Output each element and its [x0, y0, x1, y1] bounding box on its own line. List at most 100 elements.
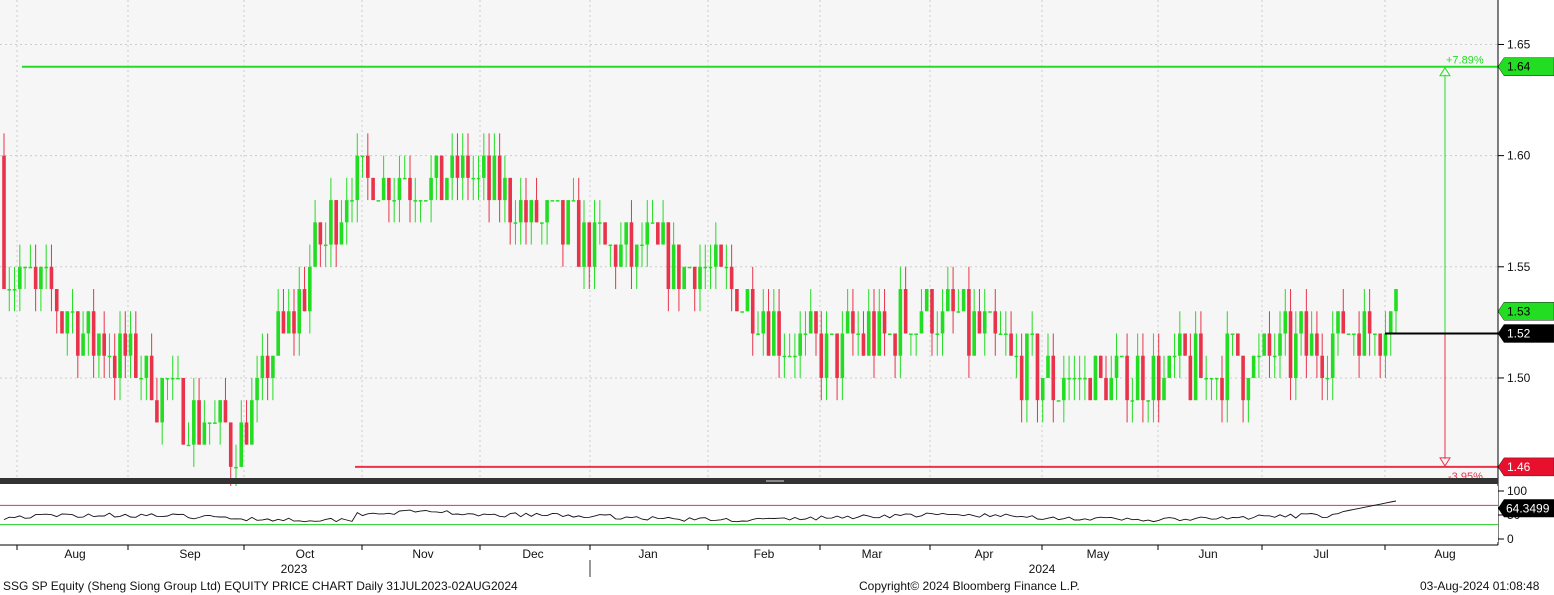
candle-body: [592, 222, 597, 267]
candle-body: [766, 311, 771, 356]
candle-body: [76, 311, 80, 356]
candle-body: [1172, 355, 1177, 358]
candle-body: [7, 289, 12, 291]
candle-body: [661, 222, 665, 245]
y-tick-label: 1.55: [1507, 260, 1531, 274]
pane-divider: [0, 478, 1498, 484]
candle-body: [666, 222, 671, 290]
candle-body: [107, 355, 112, 358]
candle-body: [402, 177, 407, 180]
candle-body: [777, 311, 781, 356]
candle-body: [919, 311, 924, 334]
candle-body: [835, 333, 839, 378]
candle-body: [576, 200, 581, 267]
candle-body: [228, 422, 233, 467]
candle-body: [323, 244, 328, 247]
candle-body: [1014, 355, 1019, 358]
candle-body: [1378, 333, 1382, 356]
candle-body: [28, 266, 33, 269]
candle-body: [951, 289, 955, 312]
candle-body: [503, 177, 507, 201]
candle-body: [234, 466, 238, 469]
candle-body: [492, 155, 497, 201]
x-month-label: Feb: [754, 547, 775, 561]
candle-body: [513, 222, 518, 224]
year-label-2024: 2024: [1029, 562, 1056, 576]
candle-body: [1062, 377, 1066, 401]
candle-body: [1388, 311, 1393, 334]
candle-body: [866, 311, 871, 356]
candle-body: [1067, 377, 1071, 380]
candle-body: [793, 355, 797, 358]
candle-body: [97, 333, 101, 356]
candle-body: [128, 333, 133, 356]
candle-body: [1093, 355, 1098, 401]
candle-body: [1114, 355, 1119, 378]
candle-body: [1199, 333, 1203, 378]
candle-body: [692, 266, 697, 290]
candle-body: [613, 244, 618, 267]
candle-body: [313, 222, 317, 267]
candle-body: [455, 155, 460, 178]
candle-body: [418, 200, 423, 202]
candle-body: [656, 222, 660, 245]
candle-body: [909, 333, 913, 335]
candle-body: [756, 333, 760, 335]
candle-body: [81, 333, 85, 356]
candle-body: [112, 355, 117, 378]
candle-body: [60, 311, 64, 334]
candle-body: [1214, 377, 1219, 380]
candle-body: [961, 289, 966, 312]
candle-body: [413, 200, 418, 202]
chart-description: SSG SP Equity (Sheng Siong Group Ltd) EQ…: [3, 579, 518, 593]
candle-body: [1309, 333, 1314, 356]
candle-body: [882, 311, 887, 334]
y-tick-label: 1.60: [1507, 149, 1531, 163]
candle-body: [1315, 333, 1319, 356]
copyright-text: Copyright© 2024 Bloomberg Finance L.P.: [859, 579, 1080, 593]
candle-body: [1141, 355, 1145, 401]
candle-body: [1346, 333, 1351, 335]
candle-body: [1320, 355, 1324, 378]
candle-body: [49, 266, 54, 290]
candle-body: [898, 289, 903, 356]
x-month-label: Jan: [638, 547, 657, 561]
candle-body: [434, 155, 439, 178]
candle-body: [634, 244, 639, 267]
candle-body: [1151, 355, 1156, 401]
candle-body: [1135, 355, 1140, 401]
candle-body: [123, 333, 128, 356]
candle-body: [192, 400, 196, 445]
candle-body: [339, 222, 344, 245]
candle-body: [1083, 377, 1087, 380]
candle-body: [1362, 311, 1367, 356]
candle-body: [1035, 333, 1040, 401]
x-month-label: Oct: [296, 547, 315, 561]
candle-body: [924, 289, 929, 312]
candle-body: [624, 222, 628, 245]
candle-body: [903, 289, 908, 334]
candle-body: [993, 311, 998, 334]
candle-body: [1236, 333, 1240, 356]
candle-body: [1341, 311, 1346, 334]
candle-body: [545, 200, 549, 223]
candle-body: [708, 266, 713, 269]
candle-body: [1098, 355, 1103, 378]
x-month-label: Apr: [975, 547, 994, 561]
candle-body: [1025, 333, 1029, 401]
candle-body: [571, 200, 576, 202]
candle-body: [555, 200, 560, 202]
candle-body: [271, 355, 275, 378]
candle-body: [750, 289, 755, 334]
candle-body: [450, 155, 454, 178]
candle-body: [429, 177, 433, 201]
x-month-label: Dec: [522, 547, 543, 561]
candle-body: [540, 222, 544, 224]
candle-body: [1056, 400, 1061, 402]
candle-body: [392, 200, 396, 202]
candle-body: [1352, 333, 1356, 335]
rsi-value-text: 64.3499: [1506, 501, 1550, 515]
rsi-tick-label: 0: [1507, 532, 1514, 546]
candle-body: [408, 177, 412, 201]
last-price-tag-text: 1.53: [1507, 304, 1531, 318]
